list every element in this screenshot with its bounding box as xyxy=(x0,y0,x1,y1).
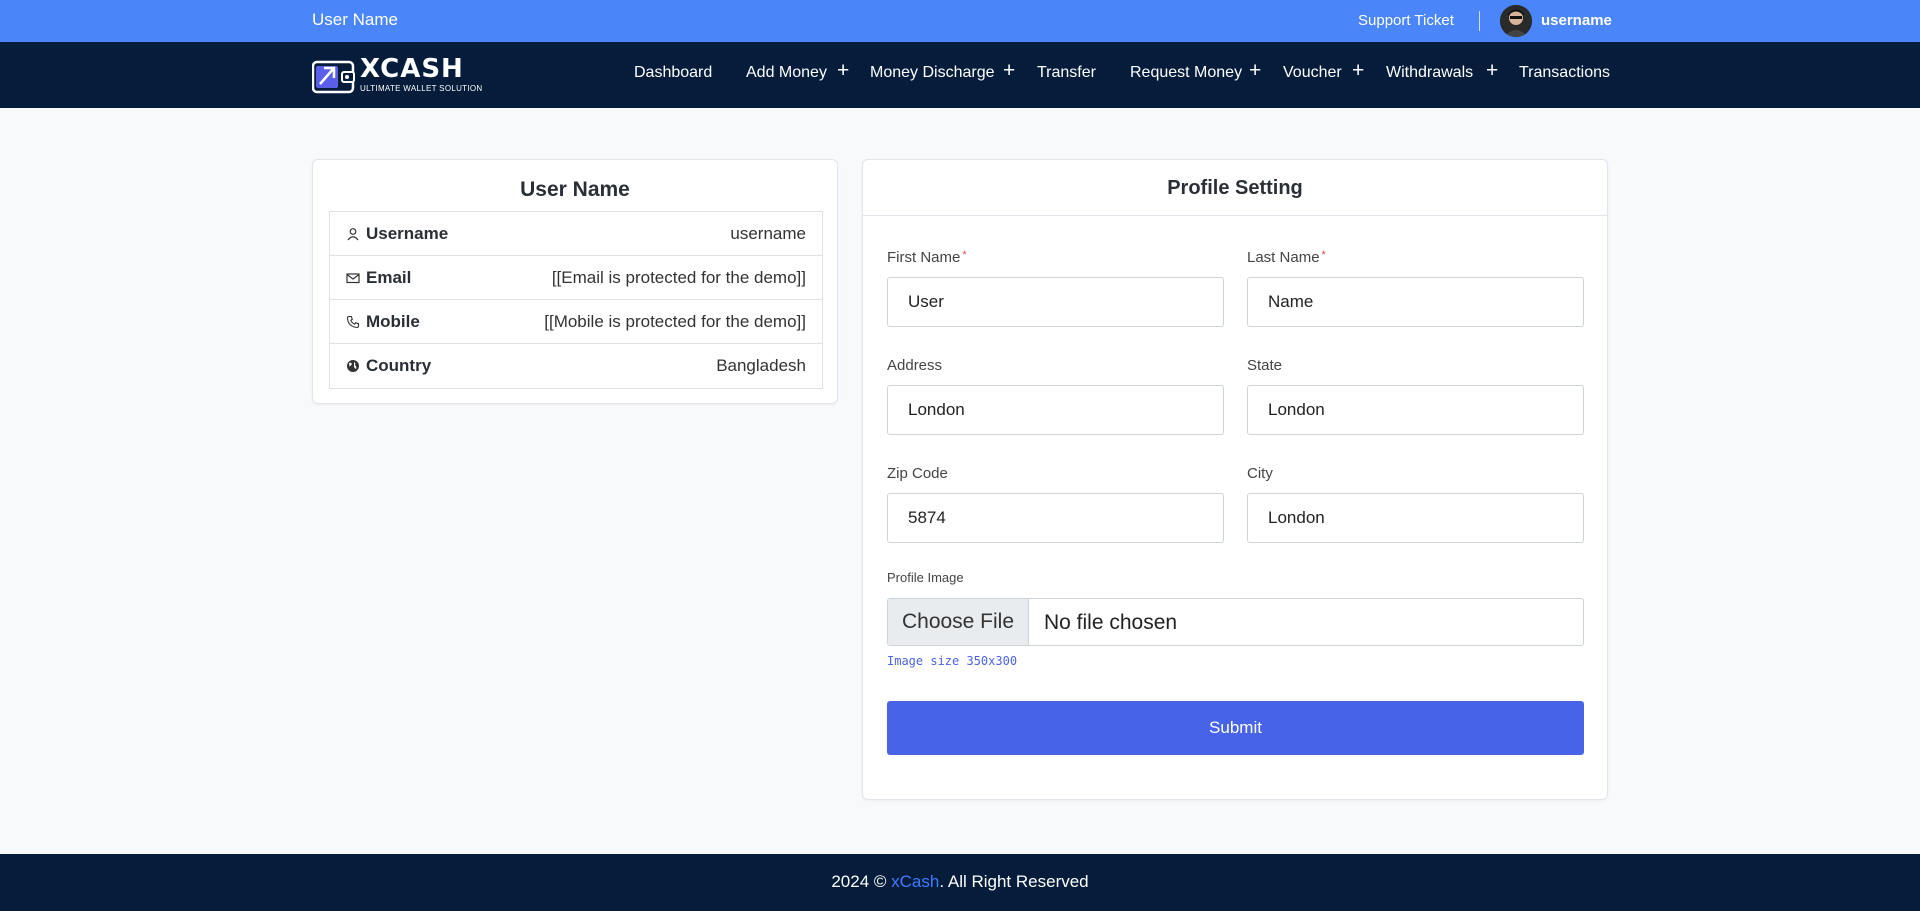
avatar[interactable] xyxy=(1500,5,1532,37)
info-label: Country xyxy=(366,356,432,375)
profile-image-file-input[interactable]: Choose File No file chosen xyxy=(887,598,1584,646)
nav-transfer[interactable]: Transfer xyxy=(1037,64,1096,82)
user-info-title: User Name xyxy=(520,178,630,201)
nav-request-money[interactable]: Request Money xyxy=(1130,64,1242,82)
main-navbar: XCASH ULTIMATE WALLET SOLUTION Dashboard… xyxy=(0,42,1920,108)
first-name-label: First Name * xyxy=(887,249,967,266)
nav-request-money-plus-icon[interactable]: + xyxy=(1249,59,1261,83)
nav-transactions[interactable]: Transactions xyxy=(1519,64,1610,82)
last-name-label-text: Last Name xyxy=(1247,249,1320,266)
top-bar: User Name Support Ticket username xyxy=(0,0,1920,42)
nav-money-discharge[interactable]: Money Discharge xyxy=(870,64,995,82)
nav-money-discharge-plus-icon[interactable]: + xyxy=(1003,59,1015,83)
profile-setting-header: Profile Setting xyxy=(863,160,1607,216)
wallet-logo-icon xyxy=(311,60,355,94)
nav-withdrawals-plus-icon[interactable]: + xyxy=(1486,59,1498,83)
info-value: username xyxy=(730,224,806,243)
info-row-mobile: Mobile [[Mobile is protected for the dem… xyxy=(330,300,822,344)
first-name-input[interactable] xyxy=(887,277,1224,327)
top-user-name: User Name xyxy=(312,10,398,29)
required-mark: * xyxy=(1321,249,1326,261)
globe-icon xyxy=(347,360,359,372)
zip-code-label: Zip Code xyxy=(887,465,948,482)
address-label: Address xyxy=(887,357,943,374)
info-row-email: Email [[Email is protected for the demo]… xyxy=(330,256,822,300)
submit-button[interactable]: Submit xyxy=(887,701,1584,755)
profile-setting-card: Profile Setting First Name* Last Name* A… xyxy=(862,159,1608,800)
file-status-text: No file chosen xyxy=(1044,611,1178,634)
logo-text: XCASH xyxy=(360,54,464,84)
avatar-image-icon xyxy=(1500,5,1532,37)
phone-icon xyxy=(346,315,360,329)
required-mark: * xyxy=(962,249,967,261)
state-input[interactable] xyxy=(1247,385,1584,435)
last-name-input[interactable] xyxy=(1247,277,1584,327)
nav-dashboard[interactable]: Dashboard xyxy=(634,64,712,82)
top-divider xyxy=(1479,11,1480,31)
footer-year: 2024 © xyxy=(831,872,887,891)
xcash-logo[interactable]: XCASH ULTIMATE WALLET SOLUTION xyxy=(311,54,492,96)
info-value: [[Email is protected for the demo]] xyxy=(551,268,806,287)
choose-file-button[interactable]: Choose File xyxy=(888,599,1029,645)
nav-withdrawals[interactable]: Withdrawals xyxy=(1386,64,1473,82)
user-info-list: Username username Email [[Email is prote… xyxy=(329,211,823,389)
mail-icon xyxy=(346,273,360,284)
image-size-hint: Image size 350x300 xyxy=(887,654,1018,668)
nav-add-money-plus-icon[interactable]: + xyxy=(837,59,849,83)
nav-voucher[interactable]: Voucher xyxy=(1283,64,1342,82)
nav-add-money[interactable]: Add Money xyxy=(746,64,827,82)
first-name-label-text: First Name xyxy=(887,249,961,266)
address-input[interactable] xyxy=(887,385,1224,435)
info-row-country: Country Bangladesh xyxy=(330,344,822,388)
profile-image-label: Profile Image xyxy=(887,570,964,585)
user-icon xyxy=(347,228,359,241)
info-row-username: Username username xyxy=(330,212,822,256)
info-value: Bangladesh xyxy=(716,356,806,375)
city-label: City xyxy=(1247,465,1273,482)
footer: 2024 © xCash. All Right Reserved xyxy=(0,854,1920,911)
info-label: Username xyxy=(366,224,449,243)
footer-rights: . All Right Reserved xyxy=(939,872,1089,891)
info-label: Email xyxy=(366,268,412,287)
state-label: State xyxy=(1247,357,1283,374)
profile-setting-title: Profile Setting xyxy=(1167,177,1303,199)
nav-voucher-plus-icon[interactable]: + xyxy=(1352,59,1364,83)
support-ticket-link[interactable]: Support Ticket xyxy=(1358,12,1454,29)
info-label: Mobile xyxy=(366,312,420,331)
user-info-card: User Name Username username Email [[Emai… xyxy=(312,159,838,404)
zip-code-input[interactable] xyxy=(887,493,1224,543)
last-name-label: Last Name * xyxy=(1247,249,1326,266)
footer-brand-link[interactable]: xCash xyxy=(891,872,939,891)
footer-copyright: 2024 © xCash. All Right Reserved xyxy=(0,872,1920,892)
logo-tagline: ULTIMATE WALLET SOLUTION xyxy=(360,84,483,93)
info-value: [[Mobile is protected for the demo]] xyxy=(544,312,806,331)
top-username[interactable]: username xyxy=(1541,12,1612,29)
city-input[interactable] xyxy=(1247,493,1584,543)
